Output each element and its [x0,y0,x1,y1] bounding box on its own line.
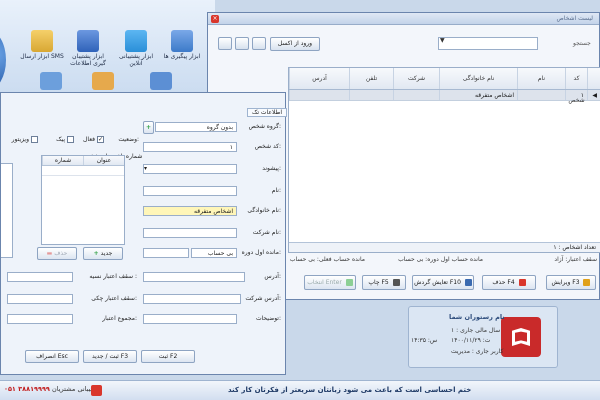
followup-icon [171,30,193,52]
check-credit-field[interactable] [7,294,73,304]
credit-limit-field[interactable] [7,272,73,282]
window-title: لیست اشخاص [556,15,593,22]
excel-icon[interactable] [235,37,249,50]
delete-phone-button[interactable]: ▬ حذف [37,247,77,260]
view-history-button[interactable]: تعایش گردش F10 [412,275,474,290]
row-pointer-icon: ◀ [587,90,600,100]
action-bar: ویرایش F3 حذف F4 تعایش گردش F10 چاپ F5 ا… [304,275,600,291]
column-header[interactable]: شماره [42,156,83,165]
support-phone: ۰۵۱ ۳۸۸۱۹۹۹۹ [4,385,50,393]
refresh-icon[interactable] [218,37,232,50]
filter-icon[interactable] [252,37,266,50]
group-select[interactable]: بدون گروه [155,122,237,132]
person-form-window: اطلاعات تک وضعیت: ✓ فعال پیک ویزیتور گرو… [0,92,287,375]
delete-icon [518,279,526,286]
tab-details[interactable]: اطلاعات تک [246,108,287,117]
import-excel-button[interactable]: ورود از اکسل [270,37,320,51]
backup-disk-icon [77,30,99,52]
app-orb-icon[interactable] [0,30,6,90]
photo-box[interactable] [1,163,13,258]
minus-icon: ▬ [46,250,53,257]
fiscal-year: سال مالی جاری : ۱ [451,327,501,334]
save-button[interactable]: ثبت F2 [141,350,195,363]
toolbar: ورود از اکسل ▼ جستجو [218,35,593,55]
prefix-select[interactable] [143,164,237,174]
ribbon: ابزار ارسال SMS ابزار پشتیبان گیری اطلاع… [0,0,215,95]
ribbon-item-online-support[interactable]: ابزار پشتیبانی آنلاین [114,30,158,67]
current-time: س: ۱۴:۳۵ [411,337,438,344]
courier-checkbox[interactable] [67,136,74,143]
notes-field[interactable] [143,314,237,324]
ribbon-item-sms[interactable]: ابزار ارسال SMS [20,30,64,61]
grid-header: آدرس تلفن شرکت نام خانوادگی نام کد شخص [289,68,600,104]
column-header[interactable]: تلفن [349,68,393,89]
company-name: نام رستوران شما [449,313,505,321]
first-name-field[interactable] [143,186,237,196]
current-date: ت: ۱۴۰۰/۱۱/۲۹ [451,337,491,344]
balance-status: سقف اعتبار: آزاد مانده حساب اول دوره: بی… [289,256,597,263]
support-info: ۰۵۱ ۳۸۸۱۹۹۹۹ پشتیبانی مشتریان [4,385,100,393]
grid-footer: تعداد اشخاص : ۱ [289,242,600,252]
add-group-button[interactable]: + [143,121,154,134]
ribbon-small-icon[interactable] [40,72,62,90]
status-bar: ۰۵۱ ۳۸۸۱۹۹۹۹ پشتیبانی مشتریان ختم احساسی… [0,380,600,400]
close-icon[interactable]: × [211,15,219,23]
opening-balance-select[interactable]: بی حساب [191,248,237,258]
phones-grid-header: شماره عنوان [42,156,124,166]
delete-button[interactable]: حذف F4 [482,275,536,290]
save-new-button[interactable]: ثبت / جدید F3 [83,350,137,363]
window-titlebar: × لیست اشخاص [208,13,599,25]
opening-balance-field[interactable] [143,248,189,258]
teamviewer-icon [125,30,147,52]
chevron-down-icon[interactable]: ▾ [144,165,152,172]
cancel-button[interactable]: انصراف Esc [25,350,79,363]
people-grid: آدرس تلفن شرکت نام خانوادگی نام کد شخص ا… [288,67,600,253]
list-item[interactable] [42,166,124,176]
search-input[interactable] [438,37,538,50]
credit-total-field[interactable] [7,314,73,324]
plus-icon: + [93,250,99,257]
column-header[interactable]: عنوان [83,156,124,165]
company-card: نام رستوران شما سال مالی جاری : ۱ ت: ۱۴۰… [408,306,558,368]
search-label: جستجو [573,40,591,47]
phones-grid: شماره عنوان [41,155,125,245]
footer-message: ختم احساسی است که باعث می شود زبانتان سر… [228,386,472,394]
form-buttons: ثبت F2 ثبت / جدید F3 انصراف Esc [21,350,221,366]
last-name-field[interactable]: اشخاص متفرقه [143,206,237,216]
row-selector-header [587,68,600,89]
ribbon-small-icon[interactable] [92,72,114,90]
support-icon [91,385,102,396]
view-icon [464,279,472,286]
edit-icon [583,279,591,286]
address-field[interactable] [143,272,245,282]
print-icon [392,279,400,286]
select-icon [345,279,353,286]
visitor-checkbox[interactable] [31,136,38,143]
chevron-down-icon[interactable]: ▼ [440,37,445,44]
column-header[interactable]: آدرس [289,68,349,89]
new-phone-button[interactable]: + جدید [83,247,123,260]
ribbon-small-icon[interactable] [150,72,172,90]
active-checkbox[interactable]: ✓ [97,136,104,143]
column-header[interactable]: نام [517,68,565,89]
column-header[interactable]: نام خانوادگی [439,68,517,89]
column-header[interactable]: کد شخص [565,68,587,104]
person-code-field[interactable]: ۱ [143,142,237,152]
column-header[interactable]: شرکت [393,68,439,89]
print-button[interactable]: چاپ F5 [362,275,406,290]
ribbon-item-followup[interactable]: ابزار پیگیری ها [160,30,204,61]
current-user: کاربر جاری : مدیریت [451,348,504,355]
company-field[interactable] [143,228,237,238]
table-row[interactable]: اشخاص متفرقه ۱ ◀ [289,90,600,101]
select-button[interactable]: انتخاب Enter [304,275,356,290]
company-address-field[interactable] [143,294,241,304]
ribbon-item-backup[interactable]: ابزار پشتیبان گیری اطلاعات [66,30,110,67]
edit-button[interactable]: ویرایش F3 [546,275,596,290]
sms-envelope-icon [31,30,53,52]
book-logo-icon [501,317,541,357]
